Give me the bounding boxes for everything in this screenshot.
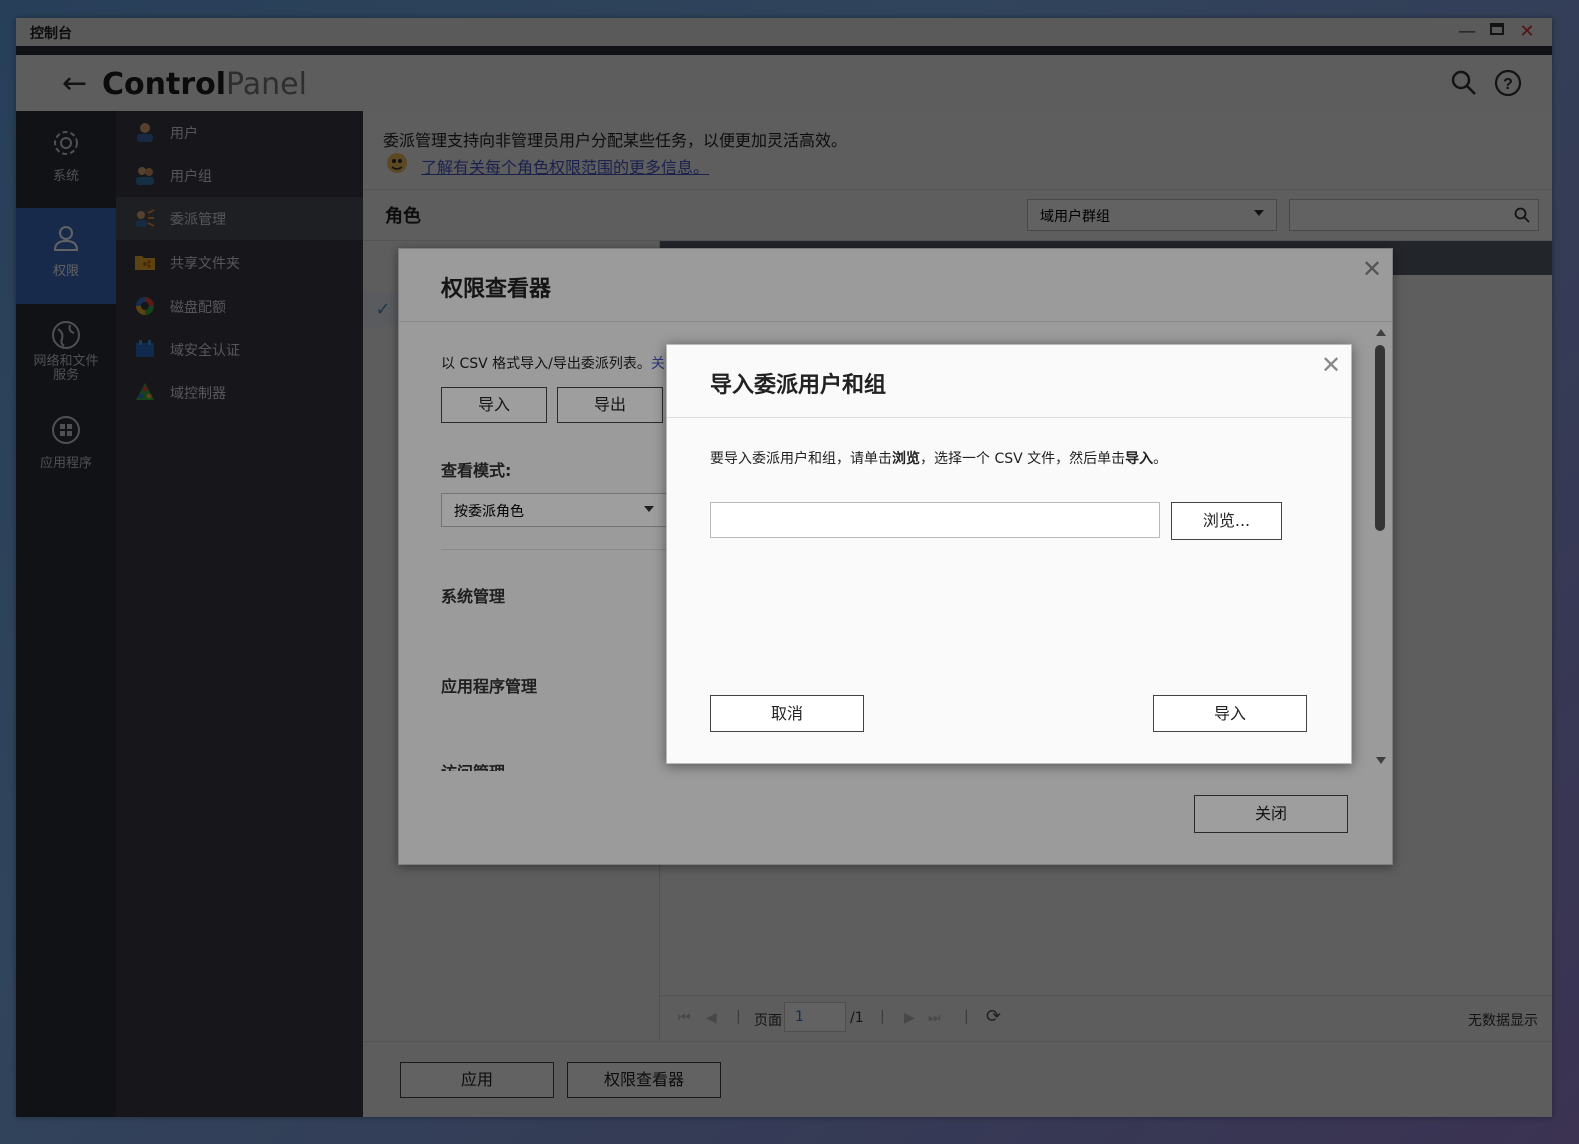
- cancel-button[interactable]: 取消: [710, 695, 864, 732]
- import-dialog: 导入委派用户和组 ✕ 要导入委派用户和组，请单击浏览，选择一个 CSV 文件，然…: [666, 344, 1352, 764]
- browse-button[interactable]: 浏览...: [1171, 502, 1282, 540]
- close-icon[interactable]: ✕: [1321, 351, 1341, 379]
- import-confirm-button[interactable]: 导入: [1153, 695, 1307, 732]
- csv-file-input[interactable]: [710, 502, 1160, 538]
- dialog-title: 导入委派用户和组: [710, 373, 887, 398]
- divider: [667, 417, 1351, 418]
- import-instructions: 要导入委派用户和组，请单击浏览，选择一个 CSV 文件，然后单击导入。: [710, 451, 1168, 467]
